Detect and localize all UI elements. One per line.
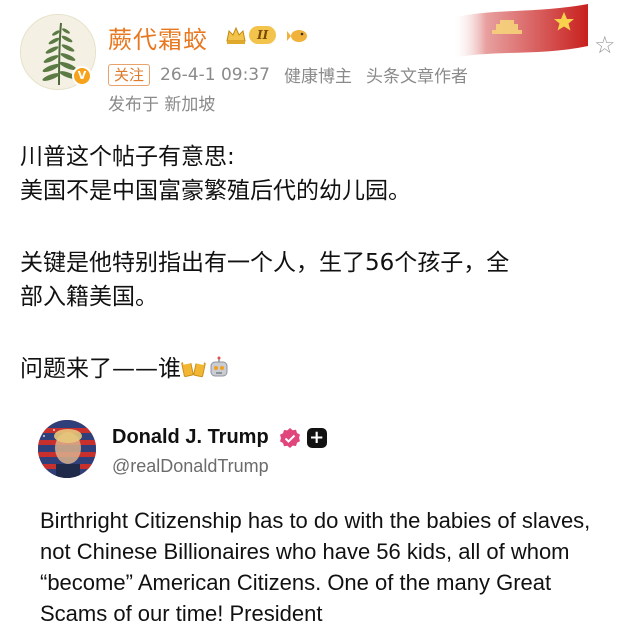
rank-label: II	[249, 26, 277, 44]
follow-button[interactable]: 关注	[108, 63, 151, 86]
member-badge[interactable]: II	[225, 22, 277, 48]
tweet-text: Birthright Citizenship has to do with th…	[40, 508, 591, 625]
crown-icon	[226, 26, 246, 44]
post-timestamp: 26-4-1 09:37	[160, 64, 270, 85]
verified-v-icon: V	[72, 66, 92, 86]
meta-line: 关注 26-4-1 09:37 健康博主 头条文章作者	[108, 62, 468, 87]
tweet-name-row: Donald J. Trump +	[112, 426, 327, 449]
post-location: 发布于 新加坡	[108, 95, 216, 115]
robot-emoji	[210, 356, 228, 377]
post-question-line: 问题来了——谁	[20, 352, 620, 386]
post-line: 川普这个帖子有意思:	[20, 144, 235, 170]
tag-writer[interactable]: 头条文章作者	[366, 62, 468, 87]
favorite-star-icon[interactable]: ☆	[594, 32, 620, 58]
post-line: 关键是他特别指出有一个人，生了56个孩子，全	[20, 250, 510, 276]
trump-flag-avatar	[38, 420, 96, 478]
post-line: 问题来了——谁	[20, 356, 181, 382]
tweet-handle[interactable]: @realDonaldTrump	[112, 456, 269, 477]
verified-badge-icon	[279, 427, 300, 448]
plus-icon[interactable]: +	[306, 427, 327, 448]
flag-banner	[452, 4, 588, 58]
fish-icon	[287, 30, 307, 42]
author-name[interactable]: 蕨代霜蛟	[108, 20, 208, 55]
tweet-avatar[interactable]	[38, 420, 96, 478]
tag-health[interactable]: 健康博主	[284, 62, 352, 87]
cheers-emoji	[181, 359, 206, 378]
post-line: 部入籍美国。	[20, 284, 158, 310]
tweet-author-name[interactable]: Donald J. Trump	[112, 426, 269, 449]
post-header: V 蕨代霜蛟 II ☆ 关注 26-4-1 09:37 健康博主 头条文章作者 …	[0, 0, 640, 120]
post-body: 川普这个帖子有意思: 美国不是中国富豪繁殖后代的幼儿园。 关键是他特别指出有一个…	[20, 140, 620, 386]
post-line: 美国不是中国富豪繁殖后代的幼儿园。	[20, 178, 411, 204]
